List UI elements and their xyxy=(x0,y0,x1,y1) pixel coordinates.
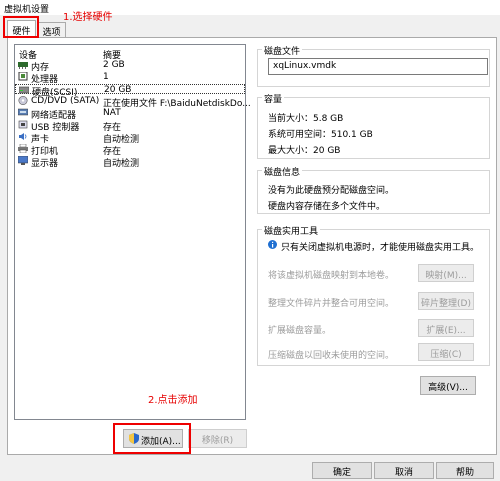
disk-utilities-title: 磁盘实用工具 xyxy=(262,224,321,237)
device-summary: 2 GB xyxy=(103,60,125,70)
window-title: 虚拟机设置 xyxy=(4,5,50,15)
disk-info-line1: 没有为此硬盘预分配磁盘空间。 xyxy=(268,186,395,196)
advanced-button[interactable]: 高级(V)... xyxy=(420,376,476,395)
device-summary: 1 xyxy=(103,72,109,82)
annotation-step2: 2.点击添加 xyxy=(148,395,198,406)
defragment-button[interactable]: 碎片整理(D) xyxy=(418,292,474,310)
device-summary: 自动检测 xyxy=(103,159,140,169)
device-row-network[interactable]: 网络适配器 NAT xyxy=(15,108,245,121)
disk-info-line2: 硬盘内容存储在多个文件中。 xyxy=(268,202,386,212)
tab-options[interactable]: 选项 xyxy=(37,22,66,38)
annotation-highlight-tab xyxy=(3,16,39,38)
device-row-sound[interactable]: 声卡 自动检测 xyxy=(15,132,245,145)
compact-description: 压缩磁盘以回收未使用的空间。 xyxy=(268,351,395,361)
disk-file-title: 磁盘文件 xyxy=(262,44,303,57)
max-size-text: 最大大小：20 GB xyxy=(268,146,341,156)
harddisk-icon xyxy=(19,86,29,94)
power-off-notice: 只有关闭虚拟机电源时，才能使用磁盘实用工具。 xyxy=(281,243,480,253)
expand-button[interactable]: 扩展(E)... xyxy=(418,319,474,337)
device-row-display[interactable]: 显示器 自动检测 xyxy=(15,156,245,169)
defrag-description: 整理文件碎片并整合可用空间。 xyxy=(268,299,395,309)
current-size-text: 当前大小：5.8 GB xyxy=(268,114,344,124)
device-summary: NAT xyxy=(103,108,121,118)
sound-icon xyxy=(19,133,27,140)
info-icon xyxy=(268,240,277,249)
cancel-button[interactable]: 取消 xyxy=(374,462,434,479)
annotation-highlight-add xyxy=(113,423,191,454)
cdrom-icon xyxy=(18,96,28,105)
usb-icon xyxy=(18,120,28,129)
device-row-usb[interactable]: USB 控制器 存在 xyxy=(15,120,245,133)
device-row-memory[interactable]: 内存 2 GB xyxy=(15,60,245,73)
help-button[interactable]: 帮助 xyxy=(436,462,494,479)
printer-icon xyxy=(18,144,28,153)
annotation-step1: 1.选择硬件 xyxy=(63,12,113,23)
compact-button[interactable]: 压缩(C) xyxy=(418,343,474,361)
disk-file-field[interactable]: xqLinux.vmdk xyxy=(268,58,488,75)
device-name: CD/DVD (SATA) xyxy=(31,96,100,106)
available-space-text: 系统可用空间：510.1 GB xyxy=(268,130,373,140)
map-description: 将该虚拟机磁盘映射到本地卷。 xyxy=(268,271,395,281)
device-row-cdrom[interactable]: CD/DVD (SATA) 正在使用文件 F:\BaiduNetdiskDo..… xyxy=(15,96,251,109)
device-row-harddisk[interactable]: 硬盘(SCSI) 20 GB xyxy=(15,84,245,98)
ok-button[interactable]: 确定 xyxy=(312,462,372,479)
device-summary: 20 GB xyxy=(104,85,132,95)
expand-description: 扩展磁盘容量。 xyxy=(268,326,332,336)
network-icon xyxy=(18,108,28,116)
processor-icon xyxy=(18,72,28,81)
remove-button[interactable]: 移除(R) xyxy=(188,429,247,448)
map-button[interactable]: 映射(M)... xyxy=(418,264,474,282)
device-name: 显示器 xyxy=(31,159,59,169)
disk-info-title: 磁盘信息 xyxy=(262,165,303,178)
device-row-processor[interactable]: 处理器 1 xyxy=(15,72,245,85)
capacity-title: 容量 xyxy=(262,92,285,105)
display-icon xyxy=(18,156,28,165)
memory-icon xyxy=(18,62,28,69)
device-row-printer[interactable]: 打印机 存在 xyxy=(15,144,245,157)
